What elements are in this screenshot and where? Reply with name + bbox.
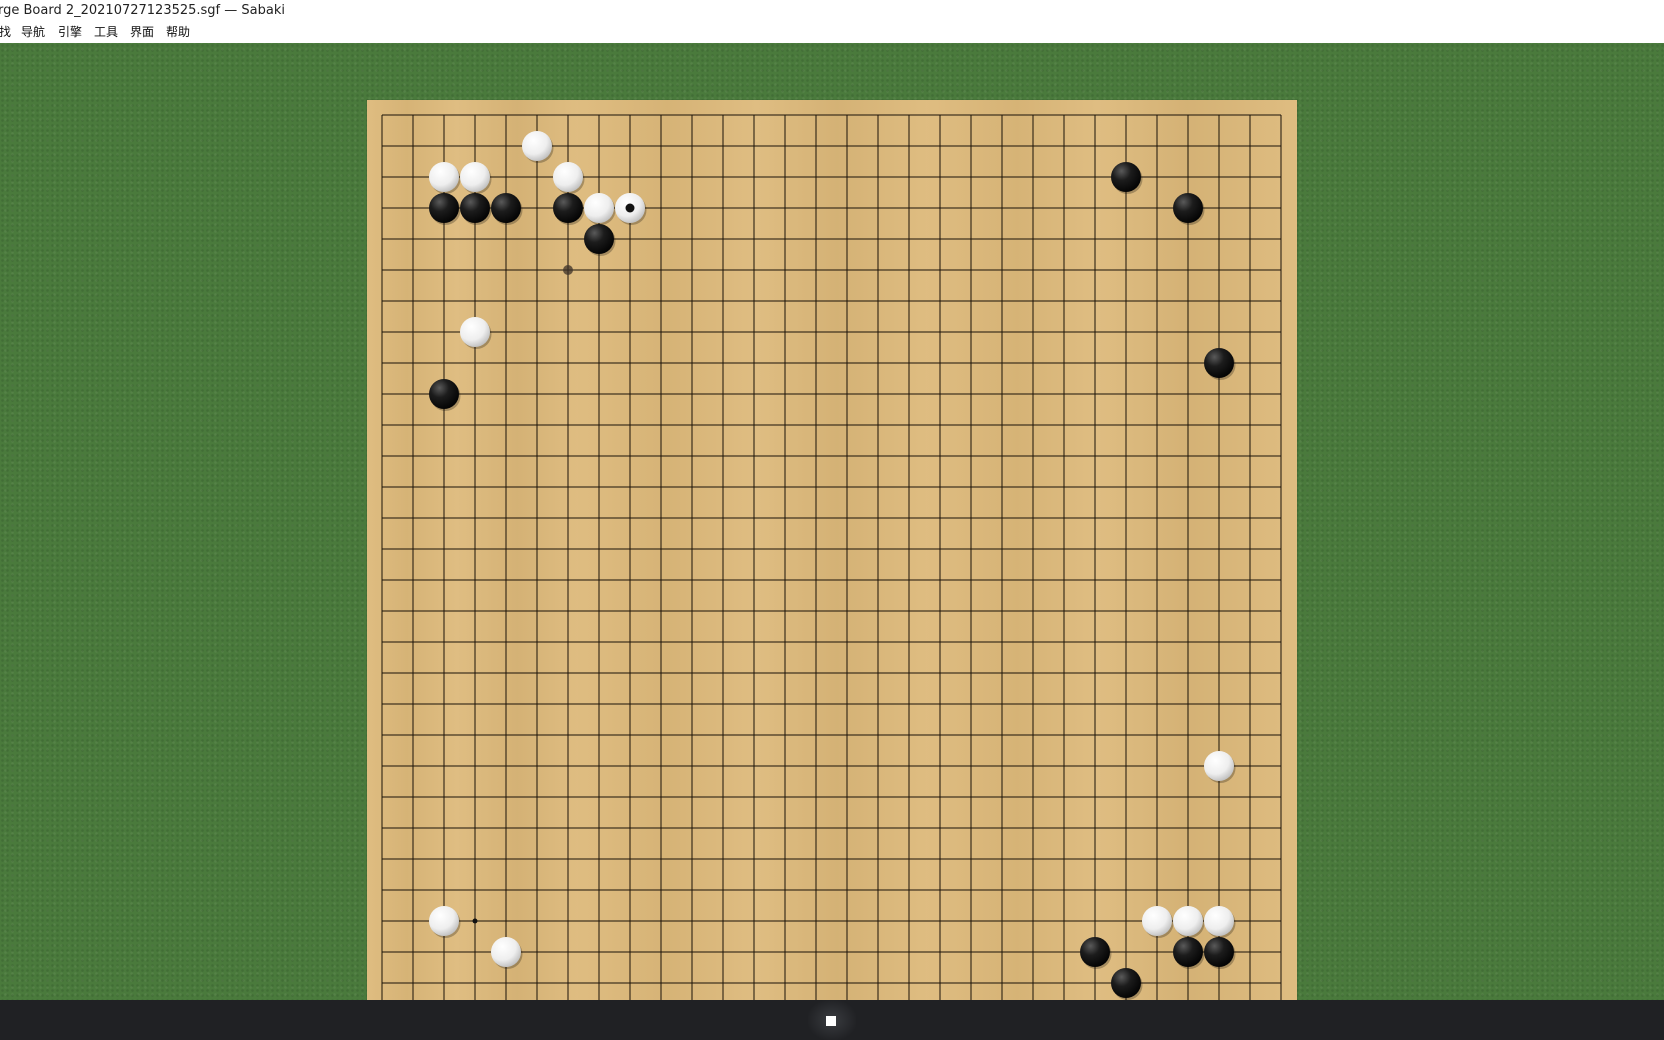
taskbar xyxy=(0,1000,1664,1040)
ghost-stone-mark xyxy=(563,265,573,275)
menu-item-tools[interactable]: 工具 xyxy=(94,22,118,43)
black-stone xyxy=(460,193,492,225)
black-stone xyxy=(429,379,461,411)
black-stone xyxy=(429,193,461,225)
white-stone xyxy=(1142,906,1174,938)
white-stone xyxy=(460,317,492,349)
black-stone xyxy=(1173,937,1205,969)
menu-item-view[interactable]: 界面 xyxy=(130,22,154,43)
point-mark xyxy=(472,918,478,924)
menu-item-find[interactable]: 找 xyxy=(0,22,11,43)
menu-item-help[interactable]: 帮助 xyxy=(166,22,190,43)
white-stone xyxy=(1173,906,1205,938)
board-table-background xyxy=(0,43,1664,1030)
black-stone xyxy=(1111,968,1143,1000)
white-stone xyxy=(429,162,461,194)
black-stone xyxy=(1080,937,1112,969)
window-titlebar: rge Board 2_20210727123525.sgf — Sabaki xyxy=(0,0,1664,22)
black-stone xyxy=(1173,193,1205,225)
go-board-canvas[interactable] xyxy=(367,100,1297,1030)
board-marks xyxy=(472,265,573,924)
window-title: rge Board 2_20210727123525.sgf — Sabaki xyxy=(0,3,285,18)
black-stone xyxy=(553,193,585,225)
white-stone xyxy=(1204,906,1236,938)
sabaki-app-icon[interactable] xyxy=(826,1016,836,1026)
white-stone xyxy=(460,162,492,194)
last-move-marker xyxy=(625,203,635,213)
white-stone xyxy=(1204,751,1236,783)
white-stone xyxy=(522,131,554,163)
black-stone xyxy=(584,224,616,256)
menu-bar: 找 导航 引擎 工具 界面 帮助 xyxy=(0,22,1664,43)
black-stone xyxy=(1204,348,1236,380)
go-board[interactable] xyxy=(367,100,1297,1030)
white-stone xyxy=(553,162,585,194)
black-stone xyxy=(1111,162,1143,194)
white-stone xyxy=(429,906,461,938)
board-grid xyxy=(381,114,1282,1015)
board-stones xyxy=(429,131,1236,1000)
white-stone xyxy=(584,193,616,225)
menu-item-engines[interactable]: 引擎 xyxy=(58,22,82,43)
white-stone xyxy=(491,937,523,969)
black-stone xyxy=(491,193,523,225)
menu-item-navigation[interactable]: 导航 xyxy=(21,22,45,43)
black-stone xyxy=(1204,937,1236,969)
